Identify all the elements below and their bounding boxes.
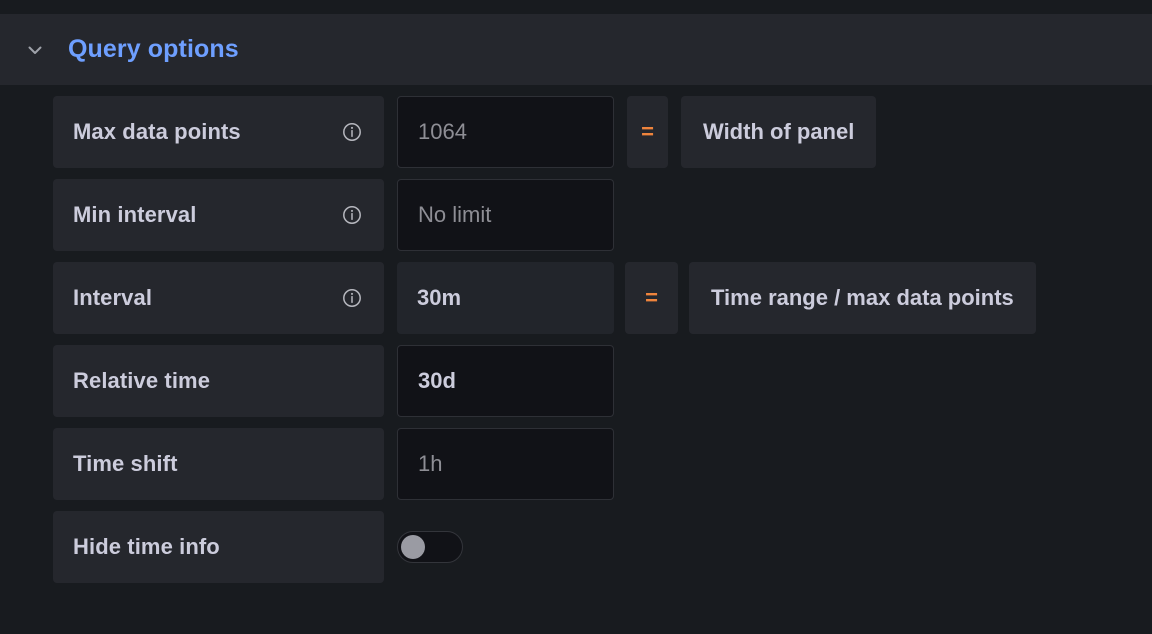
toggle-knob (401, 535, 425, 559)
option-label-relative-time: Relative time (53, 345, 384, 417)
max-data-points-input[interactable] (397, 96, 614, 168)
option-label-interval: Interval (53, 262, 384, 334)
equals-badge-interval: = (625, 262, 678, 334)
hide-time-info-toggle-wrap (397, 511, 614, 583)
derived-value-width-of-panel: Width of panel (681, 96, 877, 168)
option-row-min-interval: Min interval (53, 179, 1113, 251)
info-circle-icon[interactable] (340, 286, 364, 310)
option-row-relative-time: Relative time (53, 345, 1113, 417)
option-row-interval: Interval 30m = Time range / max data poi… (53, 262, 1113, 334)
query-options-section-header[interactable]: Query options (0, 14, 1152, 85)
chevron-down-icon[interactable] (22, 37, 48, 63)
derived-value-time-range-over-max-data-points: Time range / max data points (689, 262, 1036, 334)
page-title: Query options (68, 35, 239, 63)
option-label-text: Max data points (73, 119, 241, 144)
option-row-hide-time-info: Hide time info (53, 511, 1113, 583)
option-label-min-interval: Min interval (53, 179, 384, 251)
info-circle-icon[interactable] (340, 120, 364, 144)
option-label-text: Relative time (73, 368, 211, 393)
query-options-page: Query options Max data points = Width (0, 0, 1152, 634)
time-shift-input[interactable] (397, 428, 614, 500)
option-label-hide-time-info: Hide time info (53, 511, 384, 583)
option-label-text: Min interval (73, 202, 197, 227)
equals-badge-max-data-points: = (627, 96, 668, 168)
option-label-text: Time shift (73, 451, 178, 476)
option-label-text: Hide time info (73, 534, 220, 559)
info-circle-icon[interactable] (340, 203, 364, 227)
option-label-max-data-points: Max data points (53, 96, 384, 168)
relative-time-input[interactable] (397, 345, 614, 417)
option-label-time-shift: Time shift (53, 428, 384, 500)
option-label-text: Interval (73, 285, 153, 310)
option-row-max-data-points: Max data points = Width of panel (53, 96, 1113, 168)
interval-value: 30m (397, 262, 614, 334)
query-options-list: Max data points = Width of panel Min int… (53, 96, 1113, 594)
hide-time-info-toggle[interactable] (397, 531, 463, 563)
min-interval-input[interactable] (397, 179, 614, 251)
option-row-time-shift: Time shift (53, 428, 1113, 500)
